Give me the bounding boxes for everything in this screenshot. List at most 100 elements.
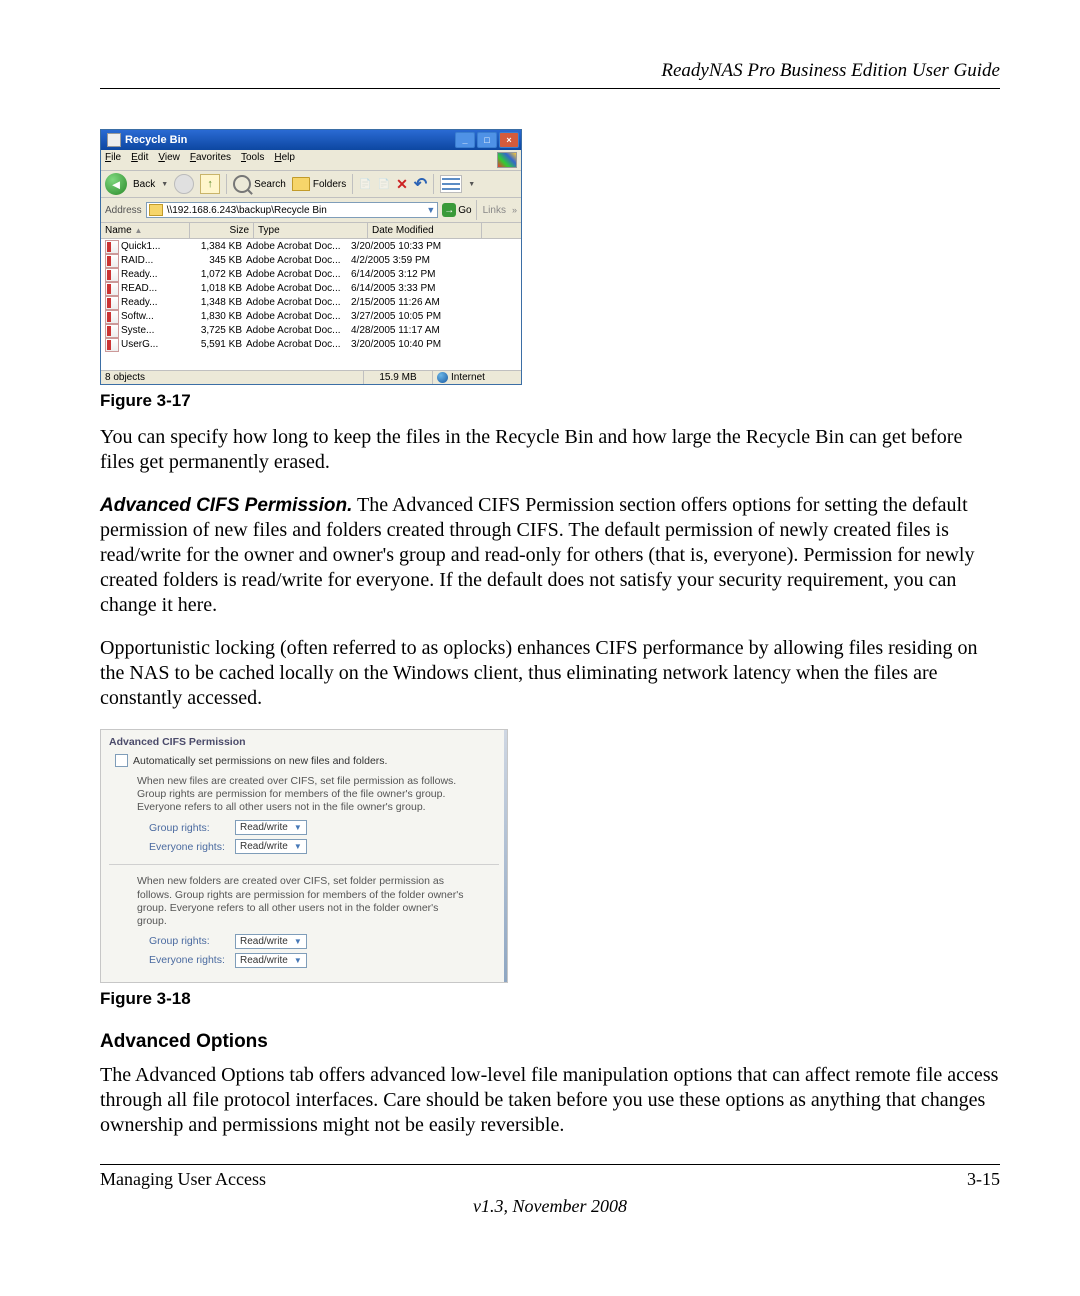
paragraph-recycle-bin: You can specify how long to keep the fil… [100, 425, 1000, 475]
pdf-icon [105, 282, 119, 296]
menu-help[interactable]: Help [274, 152, 295, 168]
folder-group-select[interactable]: Read/write▼ [235, 934, 307, 949]
status-size: 15.9 MB [364, 371, 433, 384]
maximize-button[interactable]: □ [477, 132, 497, 148]
views-button[interactable] [440, 175, 462, 193]
address-label: Address [105, 205, 142, 216]
file-size: 1,018 KB [187, 282, 246, 296]
cifs-run-in-head: Advanced CIFS Permission. [100, 495, 352, 516]
forward-button[interactable] [174, 174, 194, 194]
file-type: Adobe Acrobat Doc... [246, 296, 351, 310]
file-name: Ready... [121, 268, 187, 282]
file-row[interactable]: Softw...1,830 KBAdobe Acrobat Doc...3/27… [101, 310, 521, 324]
file-size: 1,384 KB [187, 240, 246, 254]
paragraph-cifs-1: Advanced CIFS Permission. The Advanced C… [100, 493, 1000, 618]
toolbar: ◄ Back ▼ ↑ Search Folders 📄 📄 ✕ ↶ ▼ [101, 171, 521, 198]
file-date: 4/28/2005 11:17 AM [351, 324, 461, 338]
links-chevron-icon[interactable]: » [512, 205, 517, 215]
file-group-select[interactable]: Read/write▼ [235, 820, 307, 835]
pdf-icon [105, 268, 119, 282]
advanced-options-heading: Advanced Options [100, 1031, 1000, 1053]
file-row[interactable]: RAID...345 KBAdobe Acrobat Doc...4/2/200… [101, 254, 521, 268]
paragraph-advanced-options: The Advanced Options tab offers advanced… [100, 1063, 1000, 1138]
file-name: READ... [121, 282, 187, 296]
file-size: 1,348 KB [187, 296, 246, 310]
menu-view[interactable]: View [158, 152, 180, 168]
file-type: Adobe Acrobat Doc... [246, 240, 351, 254]
undo-button[interactable]: ↶ [414, 174, 427, 194]
file-type: Adobe Acrobat Doc... [246, 254, 351, 268]
address-dropdown-icon[interactable]: ▼ [426, 205, 435, 215]
address-text: \\192.168.6.243\backup\Recycle Bin [167, 205, 423, 216]
status-bar: 8 objects 15.9 MB Internet [101, 370, 521, 384]
folder-everyone-select[interactable]: Read/write▼ [235, 953, 307, 968]
file-type: Adobe Acrobat Doc... [246, 324, 351, 338]
minimize-button[interactable]: _ [455, 132, 475, 148]
footer-version: v1.3, November 2008 [100, 1196, 1000, 1217]
pdf-icon [105, 338, 119, 352]
folder-everyone-label: Everyone rights: [149, 954, 229, 966]
file-date: 3/27/2005 10:05 PM [351, 310, 461, 324]
back-dropdown-icon[interactable]: ▼ [161, 181, 168, 188]
file-size: 345 KB [187, 254, 246, 268]
auto-set-checkbox[interactable] [115, 754, 128, 767]
search-label: Search [254, 179, 286, 190]
divider [109, 864, 499, 865]
go-button[interactable]: → Go [442, 203, 471, 217]
folders-button[interactable]: Folders [292, 177, 346, 191]
pdf-icon [105, 296, 119, 310]
file-date: 3/20/2005 10:33 PM [351, 240, 461, 254]
col-date[interactable]: Date Modified [368, 223, 482, 238]
move-to-icon: 📄 [359, 179, 371, 190]
file-size: 1,830 KB [187, 310, 246, 324]
address-input[interactable]: \\192.168.6.243\backup\Recycle Bin ▼ [146, 202, 439, 218]
file-type: Adobe Acrobat Doc... [246, 268, 351, 282]
col-name[interactable]: Name ▲ [101, 223, 190, 238]
file-row[interactable]: UserG...5,591 KBAdobe Acrobat Doc...3/20… [101, 338, 521, 352]
col-type[interactable]: Type [254, 223, 368, 238]
pdf-icon [105, 324, 119, 338]
window-titlebar: Recycle Bin _ □ × [101, 130, 521, 150]
file-size: 3,725 KB [187, 324, 246, 338]
file-row[interactable]: Ready...1,348 KBAdobe Acrobat Doc...2/15… [101, 296, 521, 310]
file-name: RAID... [121, 254, 187, 268]
file-group-label: Group rights: [149, 822, 229, 834]
menu-tools[interactable]: Tools [241, 152, 264, 168]
file-row[interactable]: Quick1...1,384 KBAdobe Acrobat Doc...3/2… [101, 240, 521, 254]
col-size[interactable]: Size [190, 223, 254, 238]
status-zone: Internet [433, 371, 521, 384]
file-date: 2/15/2005 11:26 AM [351, 296, 461, 310]
file-name: Syste... [121, 324, 187, 338]
menu-file[interactable]: File [105, 152, 121, 168]
window-title: Recycle Bin [125, 134, 453, 146]
footer-page-number: 3-15 [967, 1169, 1000, 1190]
copy-to-icon: 📄 [378, 179, 390, 190]
cifs-panel-title: Advanced CIFS Permission [109, 736, 499, 748]
up-folder-button[interactable]: ↑ [200, 174, 220, 194]
files-desc: When new files are created over CIFS, se… [137, 775, 467, 814]
file-everyone-select[interactable]: Read/write▼ [235, 839, 307, 854]
recycle-bin-icon [107, 133, 121, 147]
menu-favorites[interactable]: Favorites [190, 152, 231, 168]
menu-edit[interactable]: Edit [131, 152, 148, 168]
file-row[interactable]: Ready...1,072 KBAdobe Acrobat Doc...6/14… [101, 268, 521, 282]
folder-icon [149, 204, 163, 216]
address-bar: Address \\192.168.6.243\backup\Recycle B… [101, 198, 521, 223]
back-button[interactable]: ◄ [105, 173, 127, 195]
file-row[interactable]: READ...1,018 KBAdobe Acrobat Doc...6/14/… [101, 282, 521, 296]
paragraph-oplocks: Opportunistic locking (often referred to… [100, 636, 1000, 711]
column-headers: Name ▲ Size Type Date Modified [101, 223, 521, 239]
close-button[interactable]: × [499, 132, 519, 148]
file-row[interactable]: Syste...3,725 KBAdobe Acrobat Doc...4/28… [101, 324, 521, 338]
search-button[interactable]: Search [233, 175, 286, 193]
delete-button[interactable]: ✕ [396, 176, 408, 193]
links-label[interactable]: Links [481, 205, 508, 216]
file-name: Ready... [121, 296, 187, 310]
back-label: Back [133, 179, 155, 190]
auto-set-label: Automatically set permissions on new fil… [133, 755, 387, 767]
file-date: 3/20/2005 10:40 PM [351, 338, 461, 352]
views-dropdown-icon[interactable]: ▼ [468, 181, 475, 188]
pdf-icon [105, 254, 119, 268]
go-arrow-icon: → [442, 203, 456, 217]
file-date: 6/14/2005 3:33 PM [351, 282, 461, 296]
